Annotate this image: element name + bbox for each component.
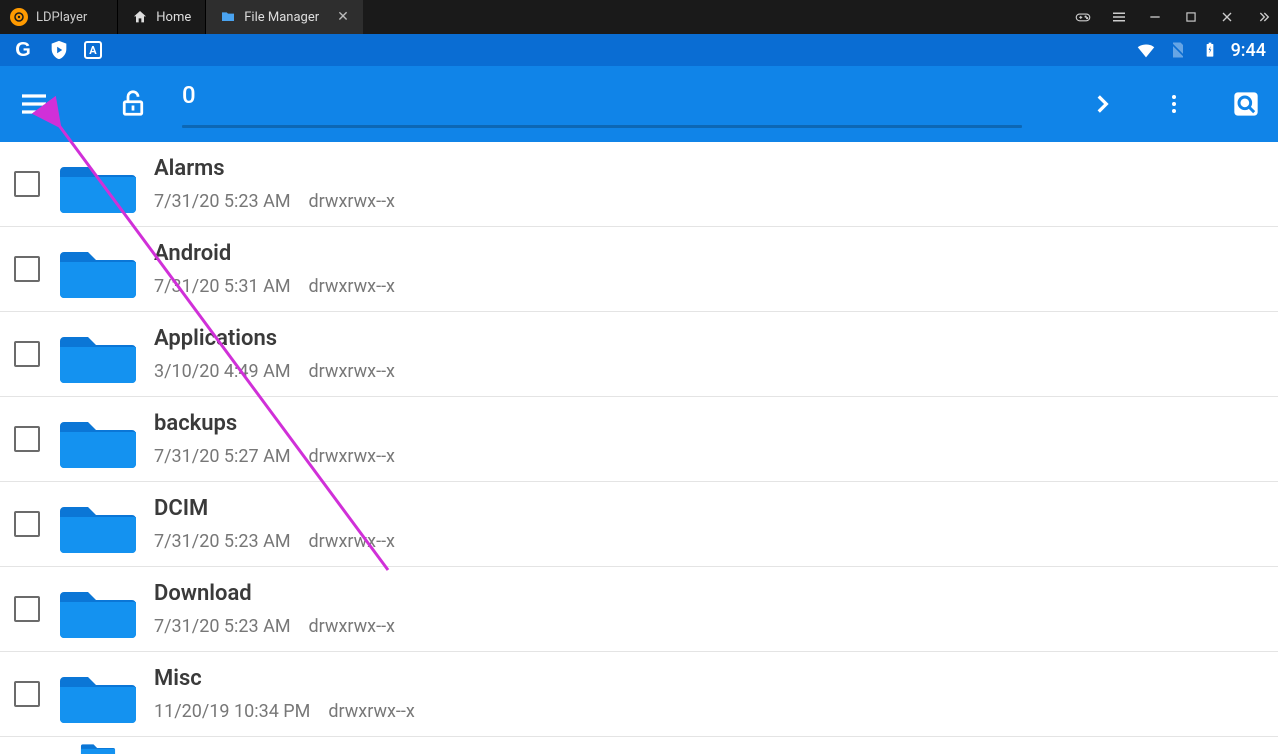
lock-open-button[interactable] <box>118 88 150 120</box>
file-name: Applications <box>154 326 395 351</box>
folder-icon <box>60 410 136 468</box>
google-g-icon: G <box>12 39 34 61</box>
checkbox[interactable] <box>14 681 40 707</box>
checkbox[interactable] <box>14 511 40 537</box>
folder-icon <box>60 325 136 383</box>
maximize-button[interactable] <box>1182 8 1200 26</box>
file-name: DCIM <box>154 496 395 521</box>
android-statusbar: G A 9:44 <box>0 34 1278 66</box>
folder-icon <box>60 665 136 723</box>
file-row[interactable]: Download 7/31/20 5:23 AM drwxrwx--x <box>0 567 1278 652</box>
file-list[interactable]: Alarms 7/31/20 5:23 AM drwxrwx--x Androi… <box>0 142 1278 754</box>
folder-icon <box>60 739 136 754</box>
tab-home[interactable]: Home <box>117 0 205 34</box>
file-permissions: drwxrwx--x <box>309 191 395 212</box>
file-name: Android <box>154 241 395 266</box>
file-row[interactable]: Applications 3/10/20 4:49 AM drwxrwx--x <box>0 312 1278 397</box>
overflow-menu-button[interactable] <box>1160 90 1188 118</box>
wifi-icon <box>1135 39 1157 61</box>
file-date: 11/20/19 10:34 PM <box>154 701 310 722</box>
no-sim-icon <box>1167 39 1189 61</box>
file-permissions: drwxrwx--x <box>309 276 395 297</box>
gamepad-icon[interactable] <box>1074 8 1092 26</box>
file-date: 7/31/20 5:23 AM <box>154 191 291 212</box>
battery-charging-icon <box>1199 39 1221 61</box>
folder-icon <box>60 155 136 213</box>
path-text: 0 <box>182 81 1058 109</box>
file-row[interactable] <box>0 737 1278 754</box>
file-permissions: drwxrwx--x <box>309 446 395 467</box>
search-button[interactable] <box>1232 90 1260 118</box>
a-badge-icon: A <box>84 41 102 59</box>
path-underline <box>182 125 1022 128</box>
checkbox[interactable] <box>14 426 40 452</box>
tab-file-manager-label: File Manager <box>244 10 319 25</box>
statusbar-time: 9:44 <box>1231 40 1266 61</box>
tab-home-label: Home <box>156 10 191 25</box>
file-name: Misc <box>154 666 415 691</box>
file-date: 7/31/20 5:23 AM <box>154 531 291 552</box>
ldplayer-logo <box>10 8 28 26</box>
file-name: Download <box>154 581 395 606</box>
shield-play-icon <box>48 39 70 61</box>
window-titlebar: LDPlayer Home File Manager ✕ <box>0 0 1278 34</box>
file-date: 3/10/20 4:49 AM <box>154 361 291 382</box>
menu-lines-icon[interactable] <box>1110 8 1128 26</box>
checkbox[interactable] <box>14 596 40 622</box>
file-row[interactable]: Alarms 7/31/20 5:23 AM drwxrwx--x <box>0 142 1278 227</box>
file-permissions: drwxrwx--x <box>328 701 414 722</box>
file-date: 7/31/20 5:23 AM <box>154 616 291 637</box>
home-icon <box>132 9 148 25</box>
file-row[interactable]: Android 7/31/20 5:31 AM drwxrwx--x <box>0 227 1278 312</box>
file-row[interactable]: Misc 11/20/19 10:34 PM drwxrwx--x <box>0 652 1278 737</box>
app-toolbar: 0 <box>0 66 1278 142</box>
minimize-button[interactable] <box>1146 8 1164 26</box>
folder-icon <box>220 9 236 25</box>
app-name: LDPlayer <box>36 10 87 25</box>
file-permissions: drwxrwx--x <box>309 361 395 382</box>
checkbox[interactable] <box>14 256 40 282</box>
close-button[interactable] <box>1218 8 1236 26</box>
more-button[interactable] <box>1254 8 1272 26</box>
file-date: 7/31/20 5:31 AM <box>154 276 291 297</box>
checkbox[interactable] <box>14 341 40 367</box>
file-name: Alarms <box>154 156 395 181</box>
file-row[interactable]: backups 7/31/20 5:27 AM drwxrwx--x <box>0 397 1278 482</box>
file-permissions: drwxrwx--x <box>309 616 395 637</box>
checkbox[interactable] <box>14 171 40 197</box>
folder-icon <box>60 495 136 553</box>
forward-button[interactable] <box>1088 90 1116 118</box>
file-permissions: drwxrwx--x <box>309 531 395 552</box>
folder-icon <box>60 580 136 638</box>
tab-file-manager[interactable]: File Manager ✕ <box>205 0 363 34</box>
folder-icon <box>60 240 136 298</box>
file-name: backups <box>154 411 395 436</box>
file-date: 7/31/20 5:27 AM <box>154 446 291 467</box>
hamburger-menu-button[interactable] <box>18 88 50 120</box>
path-field[interactable]: 0 <box>182 66 1058 142</box>
file-row[interactable]: DCIM 7/31/20 5:23 AM drwxrwx--x <box>0 482 1278 567</box>
tab-close-button[interactable]: ✕ <box>337 9 349 25</box>
